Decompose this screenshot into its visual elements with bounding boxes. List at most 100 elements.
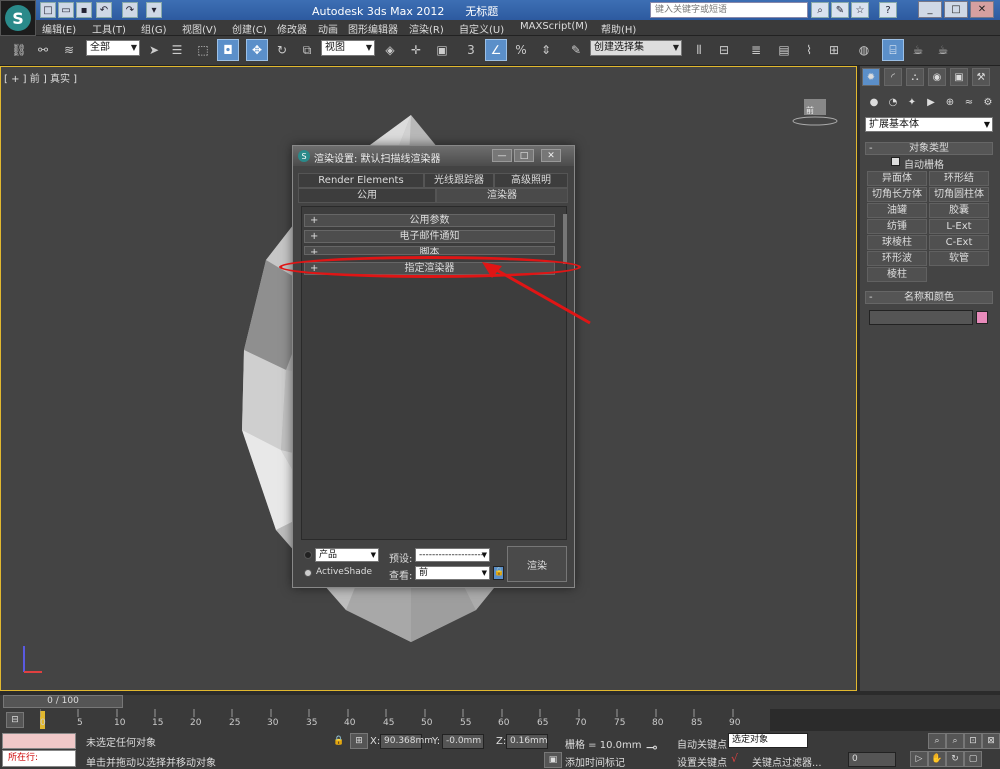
minimize-icon[interactable]: _ [918, 1, 942, 18]
hose-button[interactable]: 软管 [929, 251, 989, 266]
selection-filter-select[interactable]: 全部 [86, 40, 140, 56]
menu-help[interactable]: 帮助(H) [601, 21, 636, 36]
redo-icon[interactable]: ↷ [122, 2, 138, 18]
curve-editor-icon[interactable]: ⌇ [798, 39, 820, 61]
unlink-icon[interactable]: ⚯ [32, 39, 54, 61]
time-slider-track[interactable] [0, 695, 1000, 709]
preset-select[interactable]: -------------------- [415, 548, 490, 562]
align-icon[interactable]: ⊟ [713, 39, 735, 61]
menu-rendering[interactable]: 渲染(R) [409, 21, 444, 36]
x-coord-field[interactable]: 90.368mm [380, 734, 433, 749]
select-scale-icon[interactable]: ⧉ [296, 39, 318, 61]
modify-tab-icon[interactable]: ◜ [884, 68, 902, 86]
menu-edit[interactable]: 编辑(E) [42, 21, 76, 36]
select-rotate-icon[interactable]: ↻ [271, 39, 293, 61]
viewport-label[interactable]: [ + ] 前 ] 真实 ] [4, 70, 77, 85]
lock-selection-icon[interactable]: 🔒 [330, 733, 348, 749]
tab-advanced-lighting[interactable]: 高级照明 [494, 173, 568, 188]
dialog-scrollbar[interactable] [563, 214, 567, 264]
mirror-icon[interactable]: ⫴ [688, 39, 710, 61]
auto-key-button[interactable]: 自动关键点 [677, 736, 727, 751]
named-selection-select[interactable]: 创建选择集 [590, 40, 682, 56]
zoom-all-icon[interactable]: ⌕ [946, 733, 964, 749]
helpers-icon[interactable]: ⊕ [942, 94, 958, 110]
new-file-icon[interactable]: □ [40, 2, 56, 18]
hedra-button[interactable]: 异面体 [867, 171, 927, 186]
render-button[interactable]: 渲染 [507, 546, 567, 582]
shapes-icon[interactable]: ◔ [885, 94, 901, 110]
favorites-icon[interactable]: ☆ [851, 2, 869, 18]
systems-icon[interactable]: ⚙ [980, 94, 996, 110]
pan-icon[interactable]: ✋ [928, 751, 946, 767]
y-coord-field[interactable]: -0.0mm [442, 734, 484, 749]
fov-icon[interactable]: ▷ [910, 751, 928, 767]
motion-tab-icon[interactable]: ◉ [928, 68, 946, 86]
current-frame-field[interactable]: 0 [848, 752, 896, 767]
object-color-swatch[interactable] [976, 311, 988, 324]
geometry-icon[interactable]: ● [866, 94, 882, 110]
add-time-tag[interactable]: 添加时间标记 [565, 754, 625, 769]
spinner-snap-icon[interactable]: ⇕ [535, 39, 557, 61]
tab-raytracer[interactable]: 光线跟踪器 [424, 173, 494, 188]
maxscript-listener[interactable] [2, 733, 76, 749]
pivot-center-icon[interactable]: ◈ [379, 39, 401, 61]
tab-renderer[interactable]: 渲染器 [436, 188, 568, 203]
select-move-icon[interactable]: ✥ [246, 39, 268, 61]
set-key-button[interactable]: 设置关键点 [677, 754, 727, 769]
oil-tank-button[interactable]: 油罐 [867, 203, 927, 218]
production-radio[interactable] [304, 551, 312, 559]
name-color-rollout[interactable]: - 名称和颜色 [865, 291, 993, 304]
ringwave-button[interactable]: 环形波 [867, 251, 927, 266]
object-name-field[interactable] [869, 310, 973, 325]
key-filters-button[interactable]: 关键点过滤器... [752, 754, 822, 769]
select-by-name-icon[interactable]: ☰ [166, 39, 188, 61]
undo-icon[interactable]: ↶ [96, 2, 112, 18]
menu-views[interactable]: 视图(V) [182, 21, 217, 36]
lock-view-icon[interactable]: 🔒 [493, 566, 504, 580]
percent-snap-icon[interactable]: % [510, 39, 532, 61]
reference-coord-select[interactable]: 视图 [321, 40, 375, 56]
help-icon[interactable]: ? [879, 2, 897, 18]
rect-selection-icon[interactable]: ⬚ [192, 39, 214, 61]
torus-knot-button[interactable]: 环形结 [929, 171, 989, 186]
key-icon[interactable]: ⊸ [646, 740, 670, 756]
menu-group[interactable]: 组(G) [141, 21, 167, 36]
save-file-icon[interactable]: ▪ [76, 2, 92, 18]
menu-graph-editors[interactable]: 图形编辑器 [348, 21, 398, 36]
mini-curve-editor-icon[interactable]: ⊟ [6, 712, 24, 728]
menu-customize[interactable]: 自定义(U) [459, 21, 504, 36]
c-ext-button[interactable]: C-Ext [929, 235, 989, 250]
select-manipulate-icon[interactable]: ✛ [405, 39, 427, 61]
edit-named-selection-icon[interactable]: ✎ [565, 39, 587, 61]
maximize-icon[interactable]: □ [944, 1, 968, 18]
close-icon[interactable]: ✕ [970, 1, 994, 18]
community-icon[interactable]: ✎ [831, 2, 849, 18]
prism-button[interactable]: 棱柱 [867, 267, 927, 282]
dialog-minimize-icon[interactable]: — [492, 149, 512, 162]
schematic-view-icon[interactable]: ⊞ [823, 39, 845, 61]
rollout-common-parameters[interactable]: + 公用参数 [304, 214, 555, 227]
rendered-frame-window-icon[interactable]: ☕ [907, 39, 929, 61]
material-editor-icon[interactable]: ◍ [853, 39, 875, 61]
cameras-icon[interactable]: ▶ [923, 94, 939, 110]
mode-select[interactable]: 产品 [315, 548, 379, 562]
render-setup-icon[interactable]: ⌸ [882, 39, 904, 61]
link-icon[interactable]: ⛓ [8, 39, 30, 61]
menu-maxscript[interactable]: MAXScript(M) [520, 21, 588, 32]
search-input[interactable]: 键入关键字或短语 [650, 2, 808, 18]
bind-spacewarp-icon[interactable]: ≋ [58, 39, 80, 61]
key-mode-select[interactable]: 选定对象 [728, 733, 808, 748]
keyboard-shortcut-icon[interactable]: ▣ [431, 39, 453, 61]
time-tag-icon[interactable]: ▣ [544, 752, 562, 768]
category-select[interactable]: 扩展基本体 [865, 117, 993, 132]
tab-render-elements[interactable]: Render Elements [298, 173, 424, 188]
menu-tools[interactable]: 工具(T) [92, 21, 126, 36]
select-object-icon[interactable]: ➤ [143, 39, 165, 61]
dialog-maximize-icon[interactable]: □ [514, 149, 534, 162]
z-coord-field[interactable]: 0.16mm [506, 734, 548, 749]
utilities-tab-icon[interactable]: ⚒ [972, 68, 990, 86]
app-menu-button[interactable]: S [0, 0, 36, 36]
menu-modifiers[interactable]: 修改器 [277, 21, 307, 36]
layer-manager-icon[interactable]: ≣ [745, 39, 767, 61]
rollout-email-notifications[interactable]: + 电子邮件通知 [304, 230, 555, 243]
